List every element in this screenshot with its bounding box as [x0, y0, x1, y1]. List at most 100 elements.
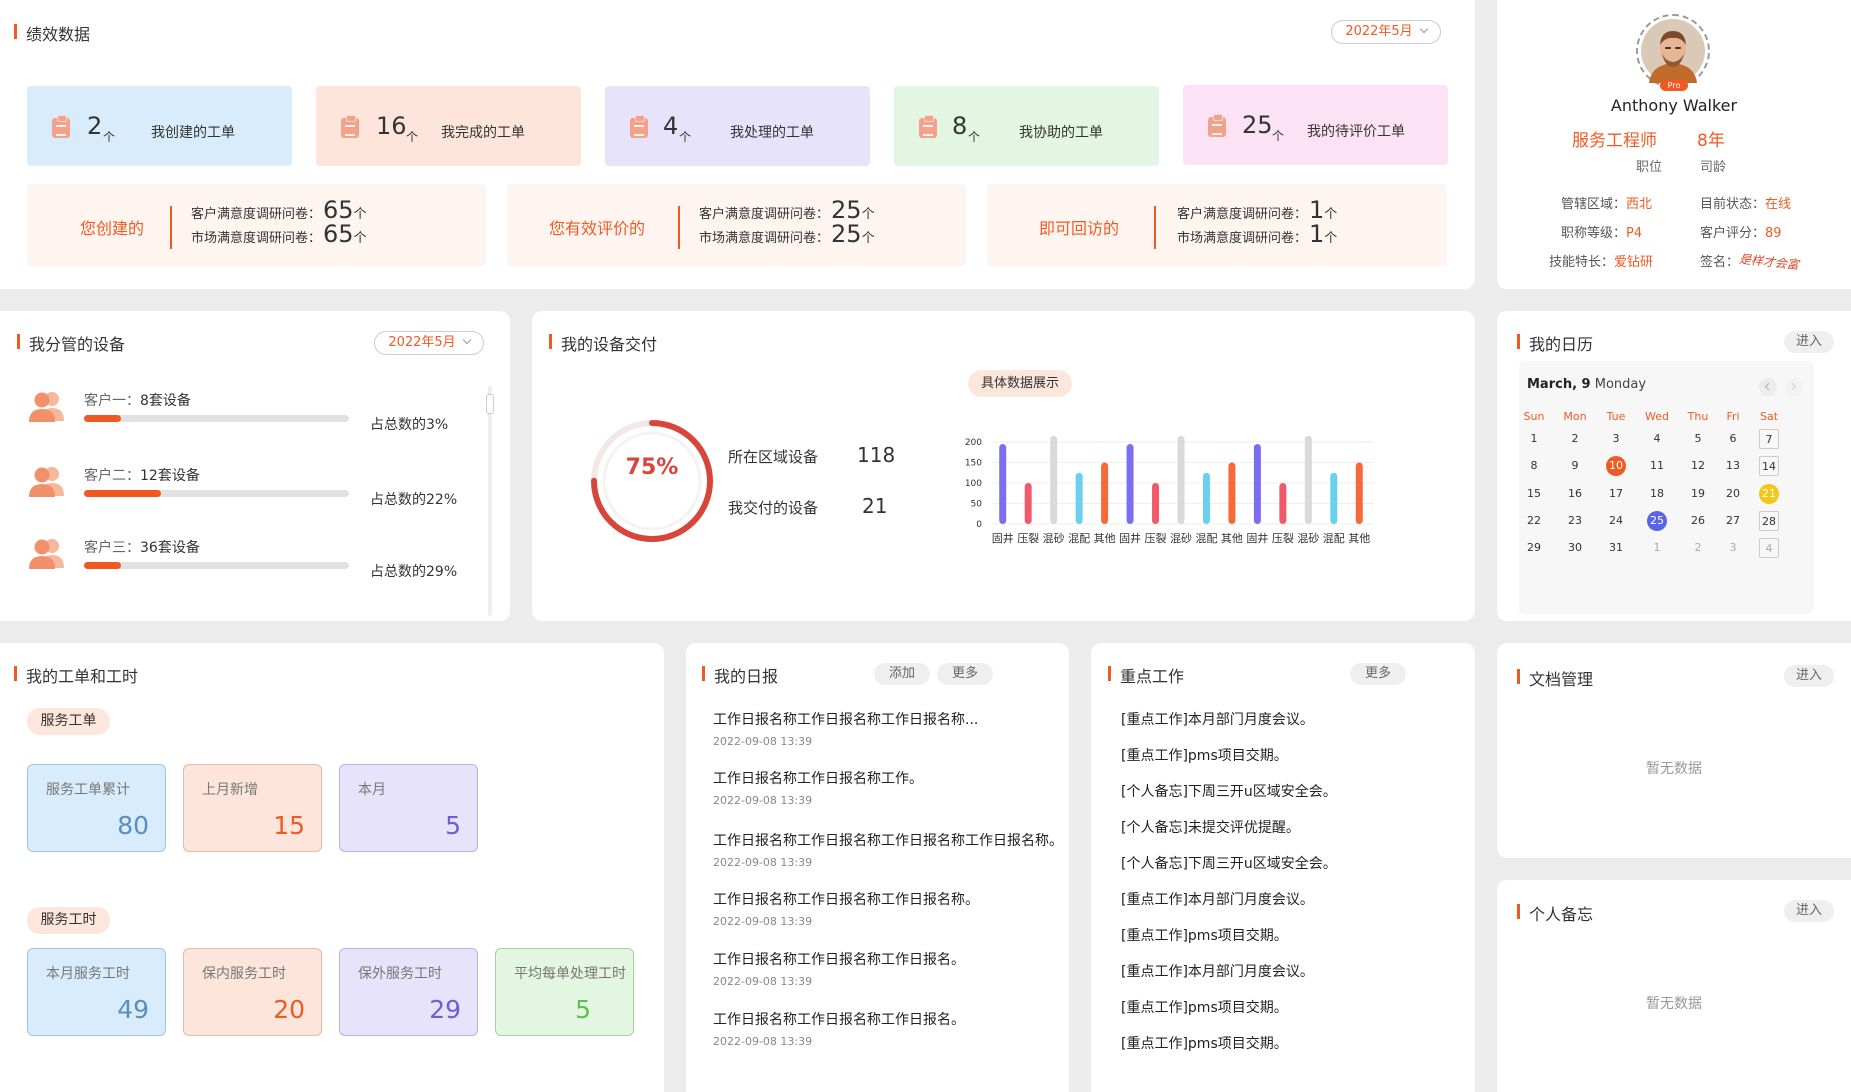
stat-card[interactable]: 16 个 我完成的工单	[316, 86, 581, 166]
calendar-day[interactable]: 18	[1647, 484, 1667, 504]
calendar-day[interactable]: 26	[1688, 511, 1708, 531]
stat-unit: 个	[1272, 129, 1285, 143]
clipboard-icon	[919, 115, 937, 138]
calendar-card: 我的日历 进入 March, 9 Monday Sun Mon Tue Wed Thu F…	[1497, 311, 1851, 621]
report-item[interactable]: 工作日报名称工作日报名称工作日报名。 2022-09-08 13:39	[713, 949, 965, 988]
calendar-month: March, 9	[1527, 377, 1591, 392]
daily-more-button[interactable]: 更多	[937, 663, 993, 685]
summary-divider	[1154, 206, 1156, 249]
calendar-day[interactable]: 2	[1688, 538, 1708, 558]
calendar-day[interactable]: 6	[1723, 429, 1743, 449]
calendar-day[interactable]: 13	[1723, 456, 1743, 476]
calendar-day[interactable]: 29	[1524, 538, 1544, 558]
keywork-item[interactable]: [个人备忘]下周三开u区域安全会。	[1121, 781, 1337, 801]
stat-card[interactable]: 2 个 我创建的工单	[27, 86, 292, 166]
metric-box[interactable]: 保内服务工时 20	[183, 948, 322, 1036]
report-item[interactable]: 工作日报名称工作日报名称工作日报名称工作日报名称。 2022-09-08 13:3…	[713, 830, 1063, 869]
calendar-day[interactable]: 10	[1606, 456, 1626, 477]
memo-card: 个人备忘 进入 暂无数据	[1497, 880, 1851, 1092]
metric-box[interactable]: 保外服务工时 29	[339, 948, 478, 1036]
calendar-day[interactable]: 25	[1647, 510, 1667, 531]
progress-track	[84, 415, 349, 422]
calendar-day[interactable]: 14	[1759, 456, 1779, 477]
chevron-left-icon[interactable]	[1759, 378, 1777, 396]
scrollbar-thumb[interactable]	[486, 394, 494, 414]
clipboard-icon	[630, 115, 648, 138]
stat-card[interactable]: 25 个 我的待评价工单	[1183, 85, 1448, 165]
memo-title: 个人备忘	[1517, 901, 1593, 925]
stat-card[interactable]: 4 个 我处理的工单	[605, 86, 870, 166]
calendar-day[interactable]: 11	[1647, 456, 1667, 476]
report-item[interactable]: 工作日报名称工作日报名称工作日报名称... 2022-09-08 13:39	[713, 709, 978, 748]
delivery-gauge	[591, 420, 713, 542]
stat-card[interactable]: 8 个 我协助的工单	[894, 86, 1159, 166]
calendar-day[interactable]: 5	[1688, 429, 1708, 449]
calendar-day[interactable]: 31	[1606, 538, 1626, 558]
calendar-day[interactable]: 16	[1565, 484, 1585, 504]
calendar-day[interactable]: 1	[1647, 538, 1667, 558]
calendar-day[interactable]: 3	[1723, 538, 1743, 558]
y-tick-label: 150	[965, 459, 982, 469]
calendar-day[interactable]: 4	[1647, 429, 1667, 449]
calendar-day[interactable]: 27	[1723, 511, 1743, 531]
performance-month-select[interactable]: 2022年5月	[1331, 20, 1441, 44]
calendar-day[interactable]: 17	[1606, 484, 1626, 504]
delivery-card: 我的设备交付 75% 所在区域设备 118 我交付的设备 21 具体数据展示 2…	[532, 311, 1475, 621]
scrollbar[interactable]	[486, 386, 494, 616]
chevron-right-icon[interactable]	[1785, 378, 1803, 396]
calendar-day[interactable]: 8	[1524, 456, 1544, 476]
metric-box[interactable]: 平均每单处理工时 5	[495, 948, 634, 1036]
weekday-label: Sat	[1759, 410, 1779, 423]
docs-enter-button[interactable]: 进入	[1784, 665, 1834, 687]
keywork-item[interactable]: [重点工作]本月部门月度会议。	[1121, 709, 1314, 729]
keywork-item[interactable]: [重点工作]pms项目交期。	[1121, 745, 1288, 765]
report-item[interactable]: 工作日报名称工作日报名称工作日报名。 2022-09-08 13:39	[713, 1009, 965, 1048]
calendar-day[interactable]: 3	[1606, 429, 1626, 449]
keywork-item[interactable]: [个人备忘]下周三开u区域安全会。	[1121, 853, 1337, 873]
avatar[interactable]	[1636, 14, 1710, 88]
calendar-day[interactable]: 30	[1565, 538, 1585, 558]
keywork-item[interactable]: [重点工作]本月部门月度会议。	[1121, 889, 1314, 909]
calendar-widget: March, 9 Monday Sun Mon Tue Wed Thu Fri Sat 1 2 3…	[1519, 361, 1814, 614]
calendar-day[interactable]: 24	[1606, 511, 1626, 531]
devices-month-value: 2022年5月	[388, 335, 456, 350]
daily-add-button[interactable]: 添加	[874, 663, 930, 685]
memo-enter-button[interactable]: 进入	[1784, 900, 1834, 922]
keywork-item[interactable]: [重点工作]pms项目交期。	[1121, 997, 1288, 1017]
calendar-day[interactable]: 7	[1759, 429, 1779, 449]
keywork-more-button[interactable]: 更多	[1350, 663, 1406, 685]
docs-card: 文档管理 进入 暂无数据	[1497, 643, 1851, 858]
calendar-day[interactable]: 9	[1565, 456, 1585, 476]
calendar-day[interactable]: 21	[1759, 483, 1779, 504]
keywork-item[interactable]: [重点工作]pms项目交期。	[1121, 1033, 1288, 1053]
keywork-item[interactable]: [重点工作]pms项目交期。	[1121, 925, 1288, 945]
field-value: 在线	[1765, 197, 1792, 212]
performance-card: 绩效数据 2022年5月 2 个 我创建的工单 16 个 我完成的工单 4 个 …	[0, 0, 1475, 289]
calendar-day[interactable]: 23	[1565, 511, 1585, 531]
metric-box[interactable]: 本月 5	[339, 764, 478, 852]
keywork-item[interactable]: [个人备忘]未提交评优提醒。	[1121, 817, 1300, 837]
calendar-day[interactable]: 20	[1723, 484, 1743, 504]
metric-box[interactable]: 服务工单累计 80	[27, 764, 166, 852]
metric-label: 本月	[358, 782, 386, 798]
report-item[interactable]: 工作日报名称工作日报名称工作日报名称。 2022-09-08 13:39	[713, 889, 979, 928]
stat-label: 我创建的工单	[151, 125, 235, 141]
calendar-enter-button[interactable]: 进入	[1784, 331, 1834, 353]
stat-value: 4	[663, 112, 679, 140]
calendar-day[interactable]: 4	[1759, 538, 1779, 559]
calendar-day[interactable]: 22	[1524, 511, 1544, 531]
calendar-day[interactable]: 1	[1524, 429, 1544, 449]
calendar-day[interactable]: 15	[1524, 484, 1544, 504]
metric-box[interactable]: 上月新增 15	[183, 764, 322, 852]
metric-box[interactable]: 本月服务工时 49	[27, 948, 166, 1036]
report-item[interactable]: 工作日报名称工作日报名称工作。 2022-09-08 13:39	[713, 768, 923, 807]
calendar-day[interactable]: 19	[1688, 484, 1708, 504]
calendar-day[interactable]: 12	[1688, 456, 1708, 476]
keywork-item[interactable]: [重点工作]本月部门月度会议。	[1121, 961, 1314, 981]
calendar-day[interactable]: 2	[1565, 429, 1585, 449]
devices-card: 我分管的设备 2022年5月 客户一：8套设备 占总数的3% 客户二：12套设备 占总…	[0, 311, 510, 621]
calendar-day[interactable]: 28	[1759, 510, 1779, 531]
bar-chart: 200150100500固井 压裂 混砂 混配 其他 固井 压裂 混砂 混配 其他 固井 压裂 混砂 混配…	[965, 435, 1374, 545]
report-title: 工作日报名称工作日报名称工作日报名称工作日报名称。	[713, 833, 1063, 849]
devices-month-select[interactable]: 2022年5月	[374, 331, 484, 355]
